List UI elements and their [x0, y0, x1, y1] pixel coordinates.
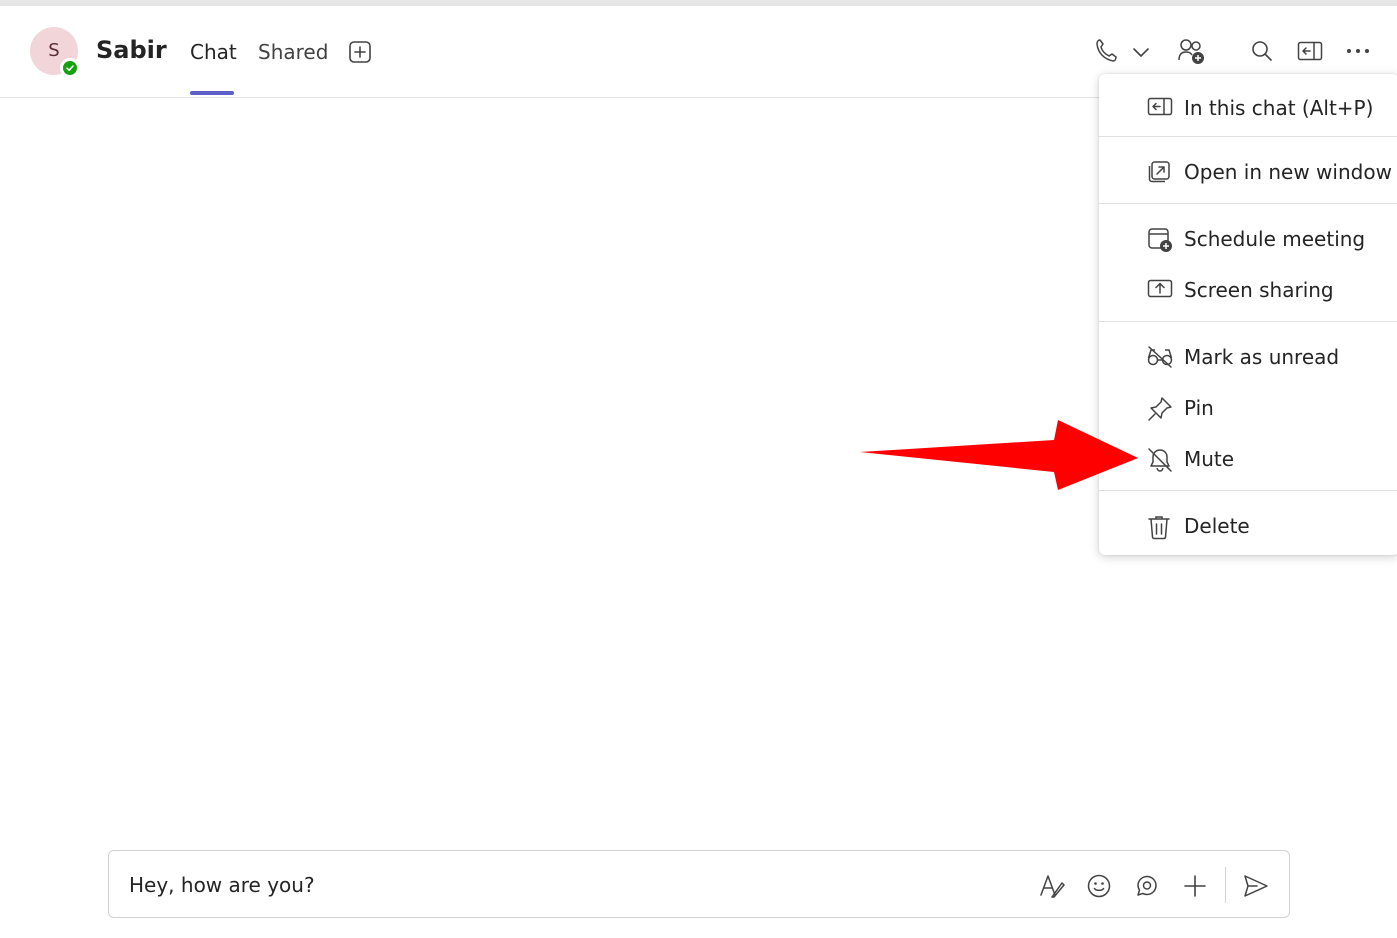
trash-icon: [1147, 514, 1171, 544]
menu-item-schedule-meeting[interactable]: Schedule meeting: [1099, 216, 1397, 262]
message-composer[interactable]: Hey, how are you?: [108, 850, 1290, 918]
menu-divider: [1099, 136, 1397, 137]
send-icon[interactable]: [1243, 874, 1269, 898]
calendar-add-icon: [1147, 227, 1173, 257]
menu-divider: [1099, 321, 1397, 322]
loop-icon[interactable]: [1135, 874, 1159, 898]
message-input[interactable]: Hey, how are you?: [129, 873, 315, 897]
menu-item-delete[interactable]: Delete: [1099, 503, 1397, 549]
contact-name: Sabir: [96, 36, 167, 64]
annotation-arrow-icon: [860, 420, 1138, 490]
more-options-menu: In this chat (Alt+P) Open in new window …: [1099, 74, 1397, 555]
menu-item-label: Pin: [1184, 396, 1214, 420]
glasses-off-icon: [1147, 345, 1173, 373]
menu-item-label: Delete: [1184, 514, 1250, 538]
menu-divider: [1099, 203, 1397, 204]
menu-item-label: Screen sharing: [1184, 278, 1334, 302]
more-options-icon[interactable]: [1346, 48, 1370, 54]
panel-icon: [1147, 96, 1173, 122]
popout-panel-icon[interactable]: [1297, 41, 1323, 61]
menu-item-pin[interactable]: Pin: [1099, 385, 1397, 431]
menu-item-in-this-chat[interactable]: In this chat (Alt+P): [1099, 85, 1397, 131]
menu-item-mark-as-unread[interactable]: Mark as unread: [1099, 334, 1397, 380]
active-tab-indicator: [190, 91, 234, 95]
tab-chat[interactable]: Chat: [190, 40, 237, 64]
menu-item-label: Mark as unread: [1184, 345, 1340, 369]
menu-item-label: In this chat (Alt+P): [1184, 96, 1374, 120]
menu-item-label: Open in new window: [1184, 160, 1392, 184]
menu-divider: [1099, 490, 1397, 491]
emoji-icon[interactable]: [1087, 874, 1111, 898]
open-new-window-icon: [1147, 160, 1171, 188]
add-people-icon[interactable]: [1177, 38, 1207, 66]
pin-icon: [1147, 396, 1173, 426]
tab-shared[interactable]: Shared: [258, 40, 328, 64]
screen-share-icon: [1147, 278, 1173, 304]
menu-item-open-in-new-window[interactable]: Open in new window: [1099, 149, 1397, 195]
attach-plus-icon[interactable]: [1183, 874, 1207, 898]
menu-item-label: Mute: [1184, 447, 1235, 471]
format-icon[interactable]: [1039, 873, 1065, 899]
menu-item-screen-sharing[interactable]: Screen sharing: [1099, 267, 1397, 313]
add-tab-icon[interactable]: [348, 40, 372, 64]
composer-divider: [1225, 867, 1226, 903]
presence-available-icon: [60, 58, 80, 78]
bell-off-icon: [1147, 447, 1173, 477]
search-icon[interactable]: [1250, 39, 1274, 63]
menu-item-label: Schedule meeting: [1184, 227, 1366, 251]
chevron-down-icon[interactable]: [1132, 46, 1150, 58]
menu-item-mute[interactable]: Mute: [1099, 436, 1397, 482]
call-icon[interactable]: [1094, 38, 1118, 64]
